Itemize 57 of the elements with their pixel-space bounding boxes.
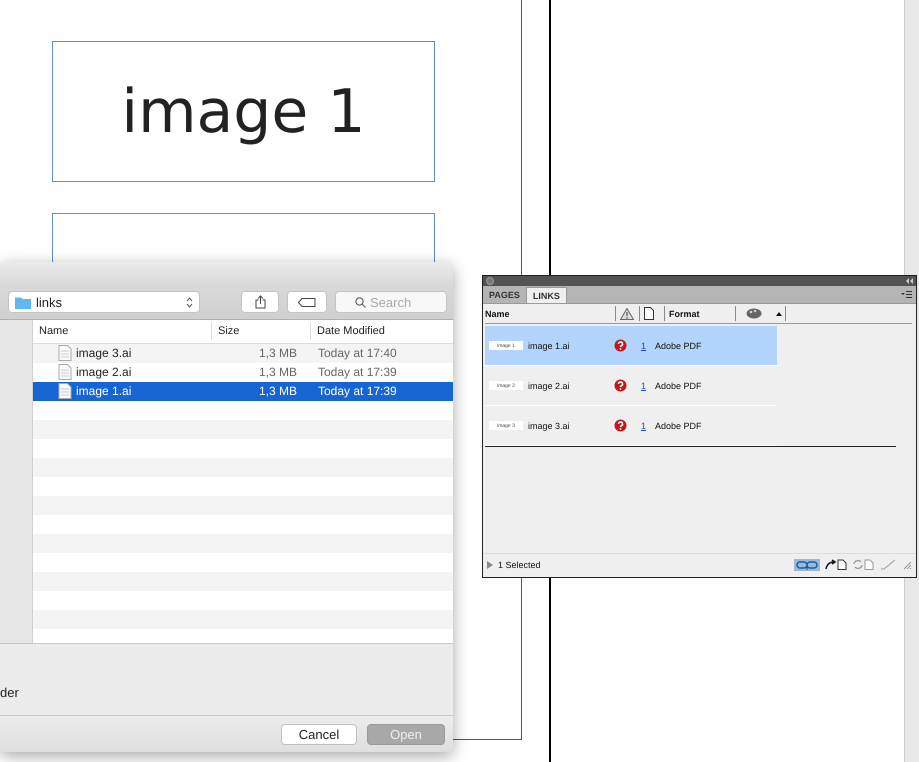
chain-icon — [796, 560, 818, 570]
resize-grip-icon[interactable] — [902, 560, 912, 570]
tag-icon — [298, 298, 316, 307]
file-name: image 3.ai — [76, 346, 132, 360]
page-link[interactable]: 1 — [641, 420, 655, 430]
relink-button[interactable] — [794, 558, 820, 570]
tag-button[interactable] — [287, 291, 327, 314]
file-date: Today at 17:40 — [317, 346, 397, 360]
expand-icon[interactable] — [487, 560, 493, 568]
column-header[interactable]: Name — [485, 308, 615, 318]
page-link[interactable]: 1 — [641, 380, 655, 390]
file-name: image 2.ai — [76, 365, 132, 380]
panel-tab[interactable]: LINKS — [526, 287, 567, 303]
search-icon — [355, 297, 366, 308]
sort-arrow-icon[interactable] — [776, 312, 782, 316]
file-name: image 1.ai — [76, 384, 132, 398]
link-format: Adobe PDF — [655, 420, 702, 430]
link-format: Adobe PDF — [655, 380, 702, 390]
file-date: Today at 17:39 — [317, 384, 397, 398]
file-row[interactable]: image 3.ai 1,3 MB Today at 17:40 — [33, 344, 453, 363]
frame-label: image 1 — [121, 76, 366, 146]
link-name: image 3.ai — [528, 420, 571, 430]
search-field[interactable]: Search — [335, 291, 447, 314]
column-header[interactable]: Date Modified — [311, 322, 453, 340]
file-date: Today at 17:39 — [317, 365, 397, 380]
column-header[interactable]: Name — [33, 322, 212, 340]
selection-status: 1 Selected — [498, 560, 542, 570]
link-name: image 1.ai — [528, 340, 571, 350]
folder-icon — [15, 296, 31, 309]
file-row[interactable]: image 2.ai 1,3 MB Today at 17:39 — [33, 362, 453, 382]
warning-icon[interactable] — [620, 308, 634, 320]
location-label: links — [36, 294, 64, 310]
file-row[interactable]: image 1.ai 1,3 MB Today at 17:39 — [33, 382, 453, 401]
file-size: 1,3 MB — [258, 346, 298, 360]
cancel-button[interactable]: Cancel — [281, 724, 357, 745]
page-icon[interactable] — [644, 307, 654, 320]
link-format: Adobe PDF — [655, 340, 702, 350]
link-name: image 2.ai — [528, 380, 571, 390]
file-icon — [58, 364, 72, 380]
close-icon[interactable] — [486, 277, 494, 285]
panel-tab[interactable]: PAGES — [483, 287, 526, 303]
option-label: der — [0, 684, 19, 700]
share-button[interactable] — [241, 291, 279, 314]
file-icon — [58, 383, 72, 400]
updown-icon — [186, 296, 193, 308]
location-popup[interactable]: links — [8, 291, 200, 314]
menu-icon[interactable] — [901, 291, 912, 298]
column-header[interactable]: Size — [212, 322, 311, 340]
column-header[interactable]: Format — [669, 308, 735, 318]
update-link-icon[interactable] — [852, 559, 874, 570]
file-size: 1,3 MB — [258, 365, 298, 380]
collapse-icon[interactable] — [905, 278, 913, 284]
share-icon — [254, 295, 266, 310]
page-link[interactable]: 1 — [641, 340, 655, 350]
go-to-link-icon[interactable] — [825, 559, 847, 570]
file-size: 1,3 MB — [258, 384, 298, 398]
palette-icon[interactable] — [746, 308, 762, 319]
